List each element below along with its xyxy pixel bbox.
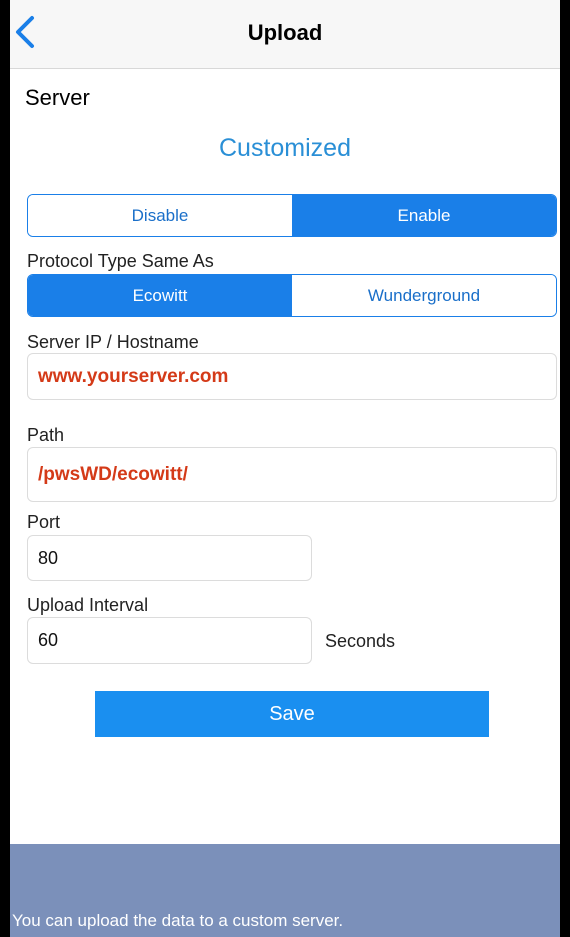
path-input[interactable]: /pwsWD/ecowitt/ [27, 447, 557, 502]
server-type-title: Customized [219, 134, 351, 162]
page-title: Upload [247, 20, 323, 45]
disable-option[interactable]: Disable [28, 195, 292, 236]
protocol-selector: Ecowitt Wunderground [27, 274, 557, 317]
enable-toggle: Disable Enable [27, 194, 557, 237]
navigation-bar: Upload [10, 0, 560, 69]
server-section-label: Server [25, 85, 90, 110]
interval-input[interactable]: 60 [27, 617, 312, 664]
protocol-label: Protocol Type Same As [27, 251, 214, 271]
footer-text: You can upload the data to a custom serv… [12, 911, 344, 930]
host-label: Server IP / Hostname [27, 332, 199, 352]
port-label: Port [27, 512, 61, 532]
interval-label: Upload Interval [27, 595, 149, 615]
interval-unit: Seconds [325, 631, 396, 651]
upload-screen: Upload Server Customized Disable Enable … [10, 0, 560, 937]
port-input[interactable]: 80 [27, 535, 312, 581]
protocol-wunderground-option[interactable]: Wunderground [292, 275, 556, 316]
host-input[interactable]: www.yourserver.com [27, 353, 557, 400]
protocol-ecowitt-option[interactable]: Ecowitt [28, 275, 292, 316]
save-button[interactable]: Save [95, 691, 489, 737]
enable-option[interactable]: Enable [292, 195, 556, 236]
path-label: Path [27, 425, 65, 445]
info-footer: You can upload the data to a custom serv… [10, 844, 560, 937]
